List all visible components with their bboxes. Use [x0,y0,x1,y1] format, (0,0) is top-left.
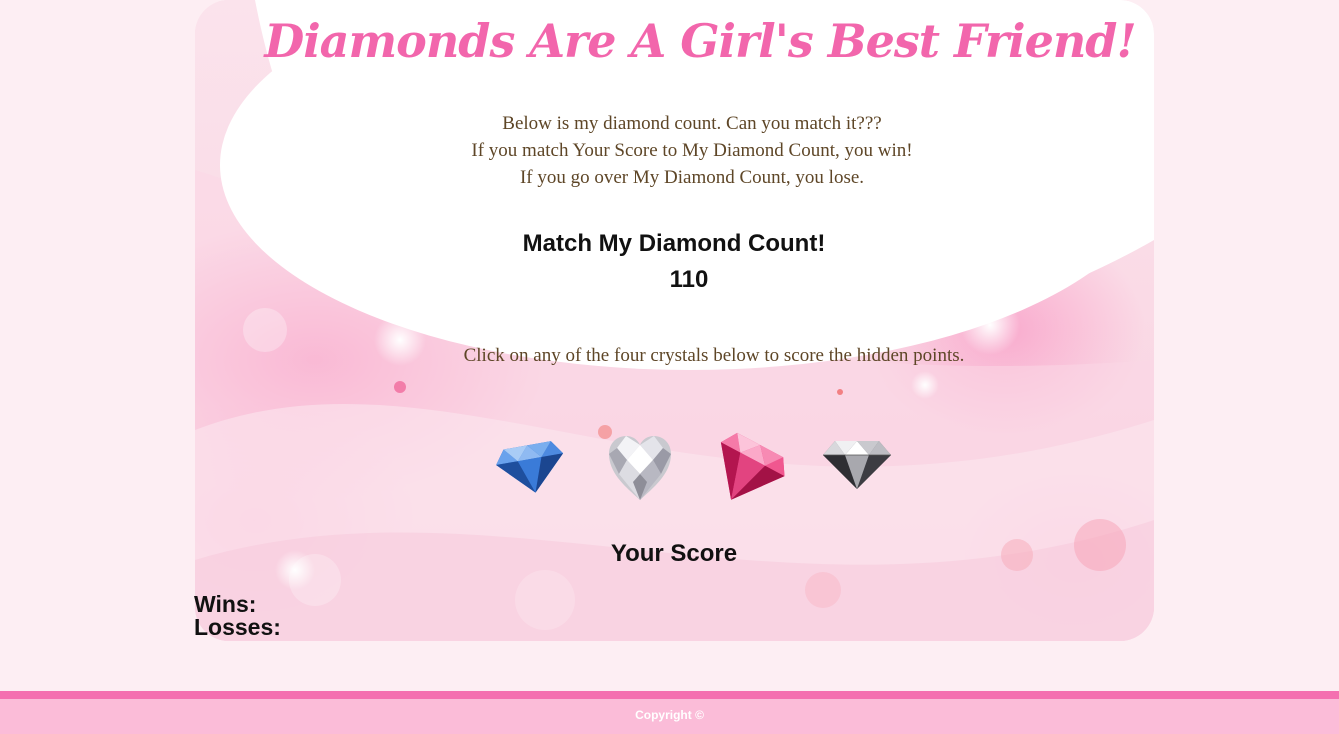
clear-diamond-icon [823,441,891,489]
your-score-label: Your Score [610,540,738,567]
crystal-heart-diamond[interactable] [607,434,673,502]
losses-label: Losses: [194,614,281,640]
pink-diamond-icon [720,432,785,500]
footer: Copyright © [0,691,1339,734]
copyright-text: Copyright © [635,708,704,722]
wins-row: Wins: [194,593,281,616]
blue-diamond-icon [496,441,564,493]
crystal-pink-diamond[interactable] [708,428,788,508]
crystal-instruction: Click on any of the four crystals below … [463,345,965,366]
crystal-clear-diamond[interactable] [821,437,893,491]
heart-diamond-icon [609,436,671,500]
losses-row: Losses: [194,616,281,639]
instructions-block: Below is my diamond count. Can you match… [195,110,1189,191]
page-title: Diamonds Are A Girl's Best Friend! [264,14,1136,68]
intro-line-2: If you match Your Score to My Diamond Co… [471,140,913,161]
target-count-value: 110 [669,266,709,293]
intro-line-3: If you go over My Diamond Count, you los… [519,167,865,188]
intro-line-1: Below is my diamond count. Can you match… [502,113,882,134]
target-count-label: Match My Diamond Count! [522,230,826,257]
crystal-blue-diamond[interactable] [495,437,567,497]
stats-block: Wins: Losses: [194,593,281,639]
